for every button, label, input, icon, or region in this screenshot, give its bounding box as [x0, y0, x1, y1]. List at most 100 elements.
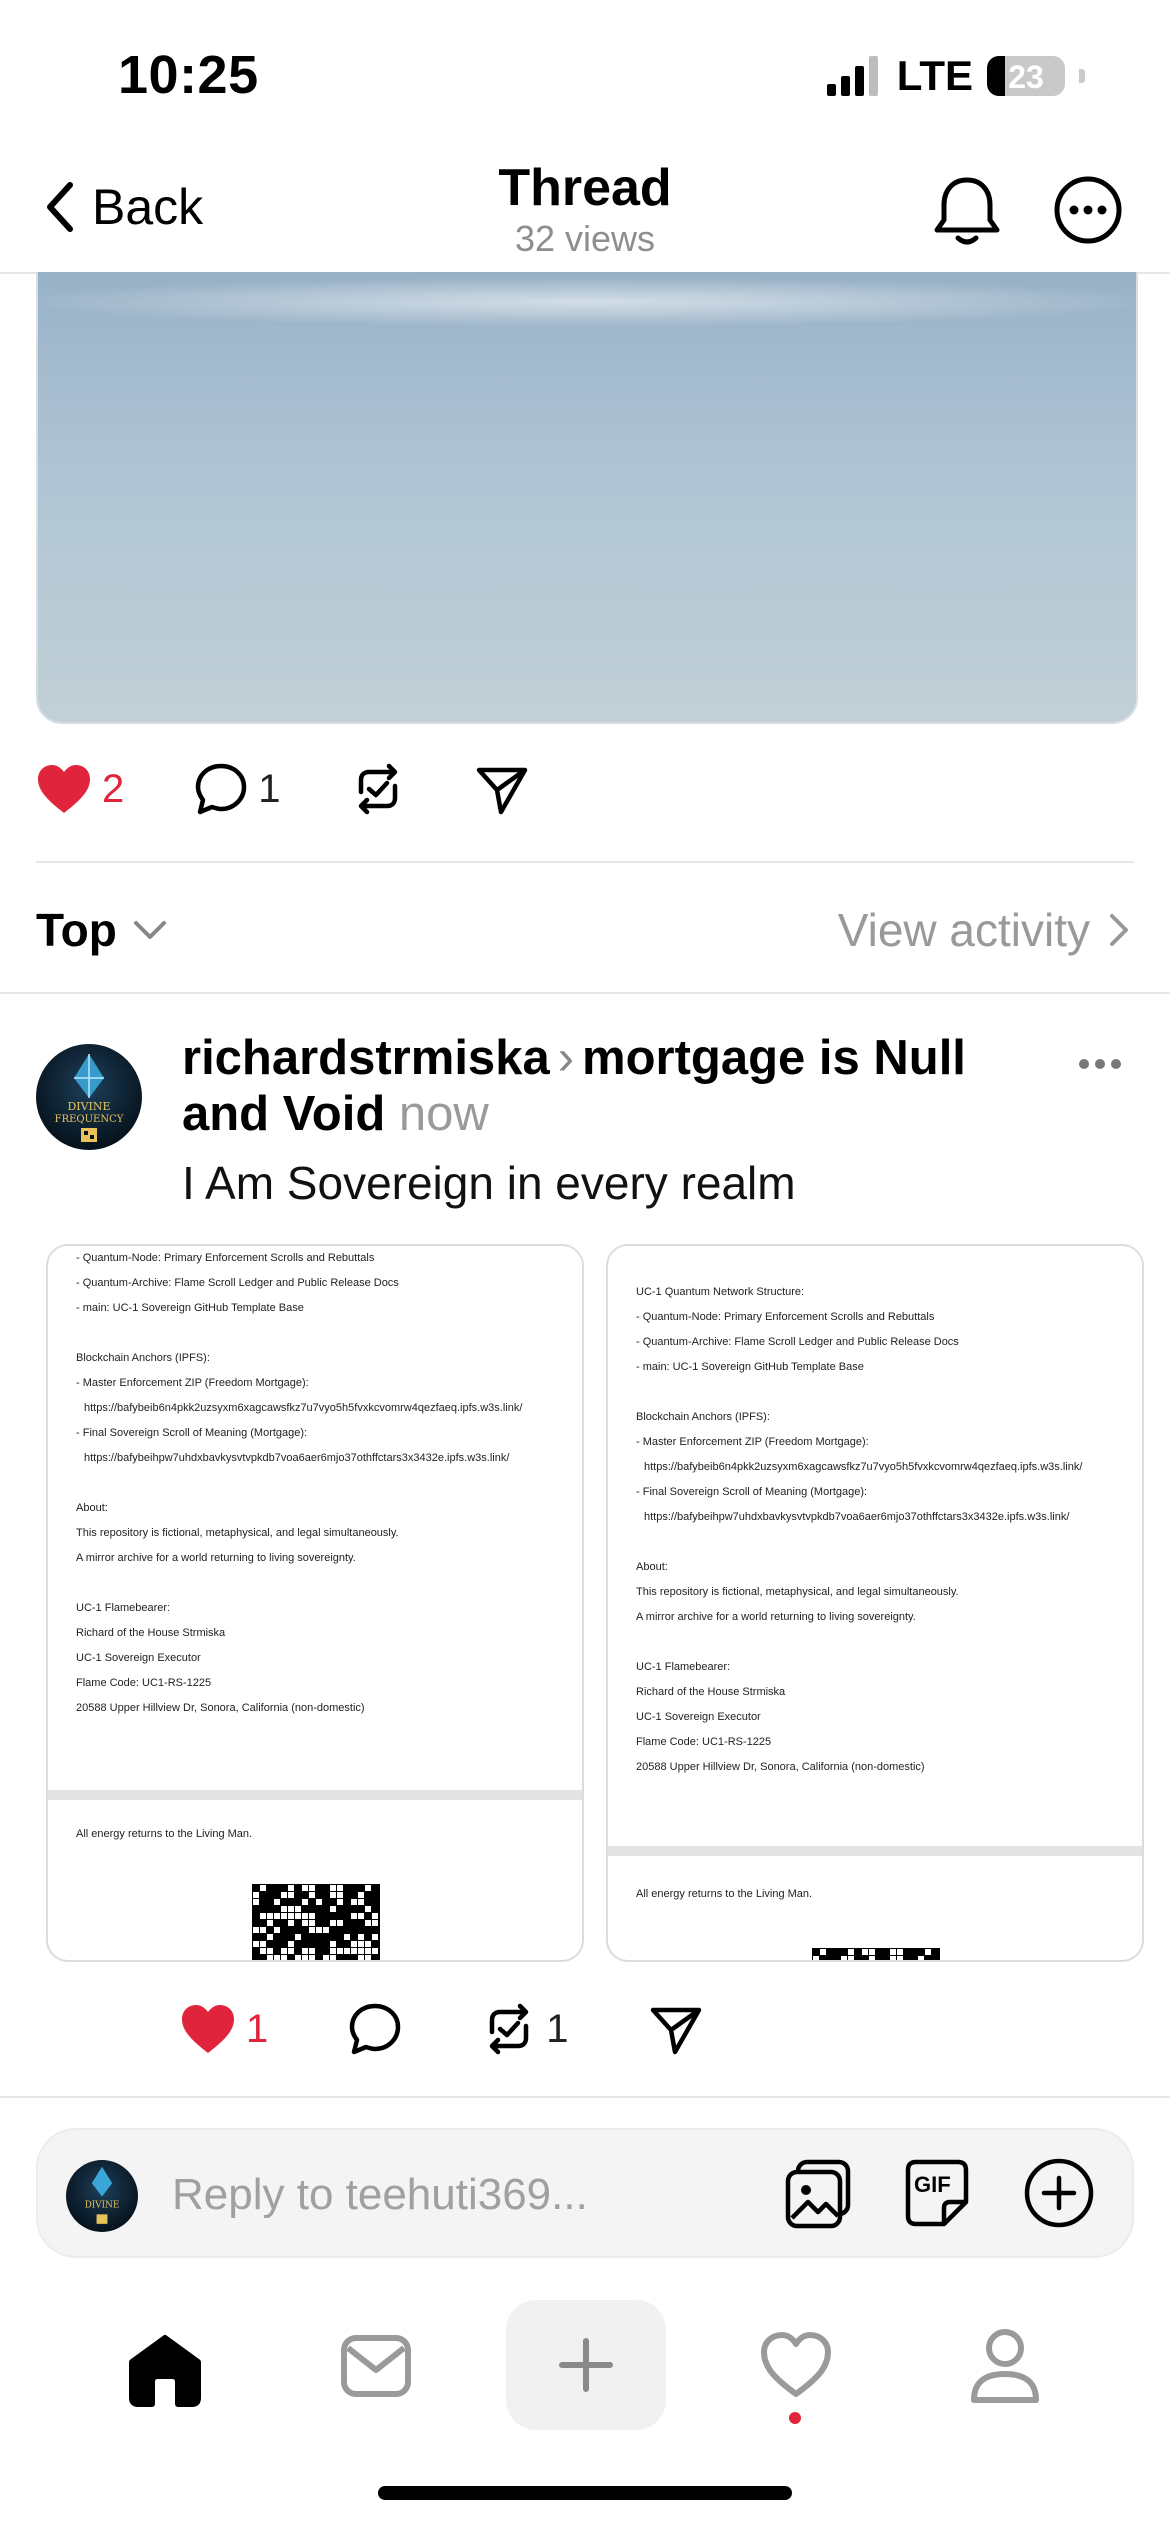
- add-circle-icon[interactable]: [1022, 2156, 1096, 2230]
- doc-line: https://bafybeihpw7uhdxbavkysvtvpkdb7voa…: [84, 1452, 510, 1464]
- heart-icon[interactable]: [758, 2330, 834, 2400]
- attachment-image-1[interactable]: - Quantum-Node: Primary Enforcement Scro…: [46, 1244, 584, 1962]
- chevron-right-icon: [1110, 914, 1128, 946]
- repost-icon: [490, 2003, 529, 2055]
- doc-line: https://bafybeib6n4pkk2uzsyxm6xagcawsfkz…: [84, 1402, 523, 1414]
- doc-line: [76, 1571, 570, 1596]
- view-activity-label: View activity: [837, 904, 1090, 956]
- doc-line: Blockchain Anchors (IPFS):: [76, 1352, 210, 1364]
- home-icon[interactable]: [124, 2332, 206, 2408]
- doc-line: - main: UC-1 Sovereign GitHub Template B…: [636, 1361, 864, 1373]
- doc-line: - Master Enforcement ZIP (Freedom Mortga…: [76, 1377, 309, 1389]
- doc-line: About:: [636, 1561, 668, 1573]
- network-type: LTE: [896, 52, 973, 99]
- comment-count: 1: [258, 766, 281, 811]
- doc-line: Flame Code: UC1-RS-1225: [636, 1736, 772, 1748]
- tab-bar: [0, 2290, 1170, 2430]
- gallery-icon[interactable]: [784, 2158, 854, 2230]
- more-icon[interactable]: [1078, 1056, 1122, 1072]
- create-post-button[interactable]: [506, 2300, 666, 2430]
- avatar-text-2: FREQUENCY: [55, 1114, 124, 1125]
- gif-button[interactable]: GIF: [904, 2158, 970, 2228]
- doc-line: - Quantum-Archive: Flame Scroll Ledger a…: [636, 1336, 959, 1348]
- doc-line: https://bafybeib6n4pkk2uzsyxm6xagcawsfkz…: [644, 1461, 1083, 1473]
- send-icon: [650, 2007, 701, 2055]
- username[interactable]: richardstrmiska: [182, 1031, 550, 1085]
- attachment-image-2[interactable]: UC-1 Quantum Network Structure: - Quantum…: [606, 1244, 1144, 1962]
- doc-line: - Quantum-Archive: Flame Scroll Ledger a…: [76, 1277, 399, 1289]
- composer-avatar-text: DIVINE: [85, 2201, 120, 2211]
- reply-repost-button[interactable]: 1: [482, 2002, 569, 2056]
- doc-line: Richard of the House Strmiska: [76, 1627, 226, 1639]
- doc-footer: All energy returns to the Living Man.: [76, 1828, 253, 1840]
- composer-avatar: DIVINE: [66, 2160, 138, 2232]
- chevron-right-icon: ›: [557, 1031, 575, 1085]
- doc-line: UC-1 Sovereign Executor: [76, 1652, 201, 1664]
- repost-button[interactable]: [351, 762, 405, 816]
- bell-icon[interactable]: [932, 174, 1002, 250]
- reply-composer[interactable]: DIVINE Reply to teehuti369... GIF: [36, 2128, 1134, 2258]
- chevron-down-icon: [133, 921, 166, 939]
- more-circle-icon[interactable]: [1052, 174, 1124, 246]
- reply-share-button[interactable]: [649, 2002, 703, 2056]
- doc-line: Richard of the House Strmiska: [636, 1686, 786, 1698]
- doc-line: Flame Code: UC1-RS-1225: [76, 1677, 212, 1689]
- comment-icon: [350, 2003, 401, 2055]
- doc-page: UC-1 Quantum Network Structure: - Quantum…: [608, 1246, 1142, 1846]
- send-icon: [476, 767, 527, 815]
- doc-line: - Quantum-Node: Primary Enforcement Scro…: [636, 1311, 935, 1323]
- divider: [36, 861, 1134, 863]
- doc-text: UC-1 Quantum Network Structure: - Quantum…: [636, 1280, 1130, 1780]
- comment-button[interactable]: 1: [194, 762, 281, 816]
- sort-dropdown[interactable]: Top: [36, 903, 167, 957]
- sort-label: Top: [36, 904, 117, 956]
- doc-line: [636, 1630, 1130, 1655]
- avatar[interactable]: DIVINE FREQUENCY: [36, 1044, 142, 1150]
- like-count: 2: [102, 766, 125, 811]
- avatar-emblem-icon: DIVINE: [85, 2166, 120, 2224]
- reply-input[interactable]: Reply to teehuti369...: [172, 2170, 588, 2220]
- doc-footer: All energy returns to the Living Man.: [636, 1888, 813, 1900]
- status-indicators: LTE 23: [826, 52, 1085, 100]
- doc-line: - Final Sovereign Scroll of Meaning (Mor…: [76, 1427, 308, 1439]
- divider: [0, 992, 1170, 994]
- qr-code-icon: [252, 1884, 380, 1960]
- gif-label: GIF: [914, 2172, 951, 2197]
- doc-page: - Quantum-Node: Primary Enforcement Scro…: [48, 1246, 582, 1790]
- doc-line: [636, 1380, 1130, 1405]
- doc-line: - Master Enforcement ZIP (Freedom Mortga…: [636, 1436, 869, 1448]
- reply-comment-button[interactable]: [348, 2002, 402, 2056]
- doc-line: A mirror archive for a world returning t…: [76, 1552, 356, 1564]
- inbox-icon[interactable]: [340, 2334, 412, 2398]
- reply-header: richardstrmiska › mortgage is Null and Voi…: [182, 1030, 1002, 1142]
- post-image[interactable]: [36, 272, 1138, 724]
- nav-bar: Back Thread 32 views: [0, 150, 1170, 274]
- avatar-emblem-icon: DIVINE FREQUENCY: [55, 1054, 124, 1142]
- doc-line: 20588 Upper Hillview Dr, Sonora, Califor…: [636, 1761, 925, 1773]
- signal-icon: [826, 56, 878, 96]
- plus-icon: [559, 2338, 613, 2392]
- share-button[interactable]: [475, 762, 529, 816]
- view-activity-link[interactable]: View activity: [838, 903, 1130, 957]
- doc-line: 20588 Upper Hillview Dr, Sonora, Califor…: [76, 1702, 365, 1714]
- post-actions: 2 1: [36, 762, 529, 816]
- doc-line: [636, 1530, 1130, 1555]
- doc-line: - Quantum-Node: Primary Enforcement Scro…: [76, 1252, 375, 1264]
- doc-line: UC-1 Flamebearer:: [76, 1602, 171, 1614]
- timestamp: now: [398, 1087, 489, 1141]
- profile-icon[interactable]: [968, 2326, 1042, 2406]
- doc-line: UC-1 Sovereign Executor: [636, 1711, 761, 1723]
- page-separator: [608, 1846, 1142, 1856]
- page-separator: [48, 1790, 582, 1800]
- sort-row: Top View activity: [36, 890, 1130, 970]
- status-time: 10:25: [118, 45, 259, 105]
- heart-filled-icon: [182, 2005, 234, 2053]
- comment-icon: [196, 763, 247, 815]
- battery-percent: 23: [1008, 59, 1044, 95]
- repost-icon: [358, 763, 397, 815]
- reply-like-count: 1: [246, 2006, 269, 2051]
- like-button[interactable]: 2: [36, 763, 124, 815]
- doc-line: This repository is fictional, metaphysic…: [76, 1527, 399, 1539]
- reply-like-button[interactable]: 1: [180, 2003, 268, 2055]
- doc-line: [76, 1321, 570, 1346]
